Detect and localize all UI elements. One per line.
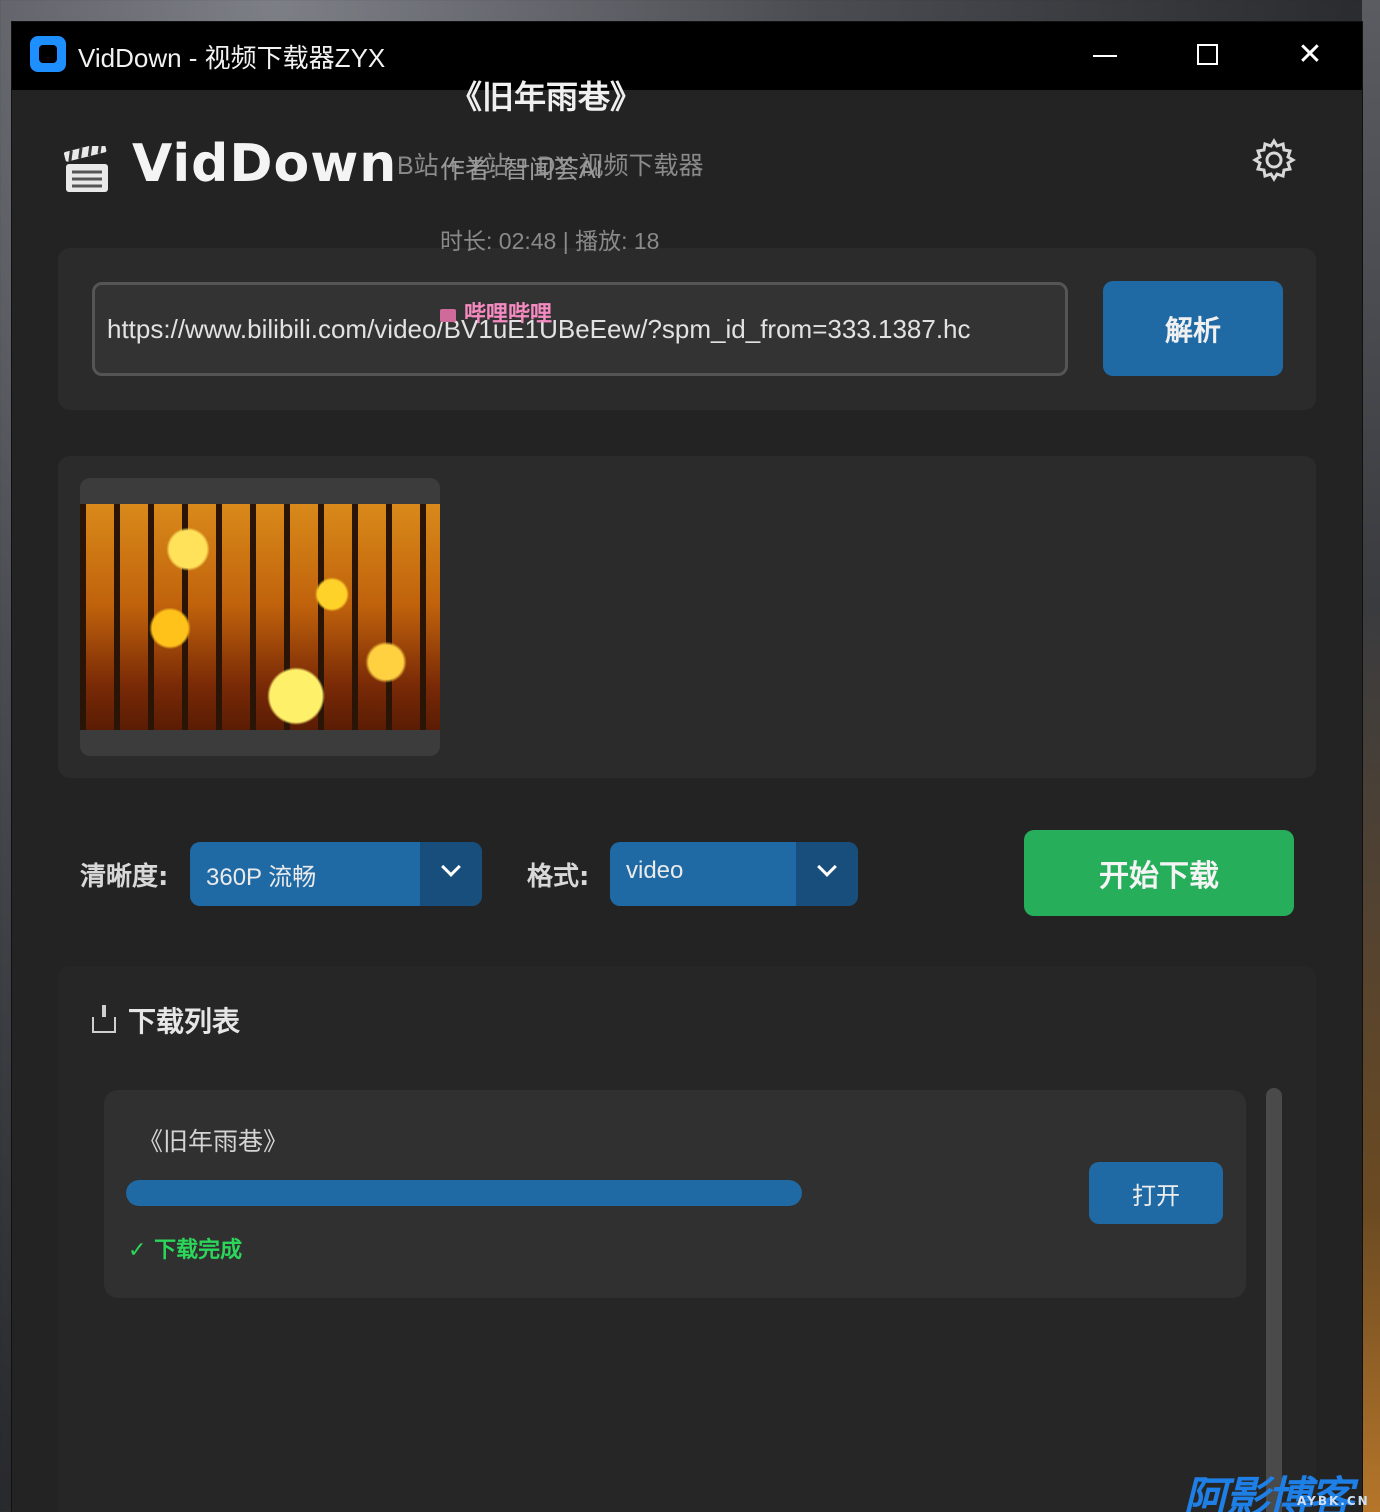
video-source: 哔哩哔哩 bbox=[440, 296, 552, 328]
chevron-down-icon bbox=[441, 857, 461, 877]
close-button[interactable]: ✕ bbox=[1280, 32, 1340, 78]
url-input[interactable] bbox=[92, 282, 1068, 376]
download-item: 《旧年雨巷》 ✓ 下载完成 打开 bbox=[104, 1090, 1246, 1298]
format-value: video bbox=[626, 857, 684, 884]
video-thumbnail bbox=[80, 504, 440, 730]
video-info-panel bbox=[58, 456, 1316, 778]
chevron-down-icon bbox=[817, 857, 837, 877]
minimize-icon bbox=[1093, 55, 1117, 57]
maximize-icon bbox=[1197, 44, 1218, 65]
url-panel: 解析 bbox=[58, 248, 1316, 410]
download-status: ✓ 下载完成 bbox=[128, 1238, 243, 1263]
inbox-download-icon bbox=[92, 1005, 116, 1033]
download-progress-fill bbox=[126, 1180, 802, 1206]
start-download-button[interactable]: 开始下载 bbox=[1024, 830, 1294, 916]
thumbnail-frame bbox=[80, 478, 440, 756]
parse-button[interactable]: 解析 bbox=[1103, 281, 1283, 376]
maximize-button[interactable] bbox=[1177, 32, 1237, 78]
format-label: 格式: bbox=[527, 862, 590, 892]
download-list-panel: 下载列表 《旧年雨巷》 ✓ 下载完成 打开 bbox=[58, 966, 1316, 1512]
close-icon: ✕ bbox=[1297, 37, 1323, 72]
video-source-label: 哔哩哔哩 bbox=[464, 302, 553, 327]
quality-select[interactable]: 360P 流畅 bbox=[190, 842, 482, 906]
title-bar[interactable]: VidDown - 视频下载器ZYX ✕ bbox=[12, 22, 1362, 90]
minimize-button[interactable] bbox=[1075, 32, 1135, 78]
video-title: 《旧年雨巷》 bbox=[450, 78, 643, 116]
quality-dropdown-button[interactable] bbox=[420, 842, 482, 906]
format-select[interactable]: video bbox=[610, 842, 858, 906]
gear-icon[interactable] bbox=[1252, 138, 1296, 182]
app-window: VidDown - 视频下载器ZYX ✕ VidDown B站 + Y站 + D… bbox=[12, 22, 1362, 1512]
brand-title: VidDown bbox=[132, 134, 398, 194]
video-author: 作者: 智闻荟AI bbox=[440, 156, 603, 184]
clapperboard-icon bbox=[64, 146, 108, 192]
download-list-heading: 下载列表 bbox=[92, 1000, 240, 1040]
desktop-background bbox=[1362, 0, 1380, 1512]
window-title: VidDown - 视频下载器ZYX bbox=[78, 43, 386, 73]
watermark-domain: AYBK.CN bbox=[1297, 1494, 1370, 1508]
video-meta: 时长: 02:48 | 播放: 18 bbox=[440, 228, 660, 254]
open-file-button[interactable]: 打开 bbox=[1089, 1162, 1223, 1224]
list-scrollbar[interactable] bbox=[1266, 1088, 1282, 1512]
quality-value: 360P 流畅 bbox=[206, 864, 317, 891]
tv-icon bbox=[440, 309, 456, 322]
quality-label: 清晰度: bbox=[80, 862, 169, 892]
app-icon bbox=[30, 36, 66, 72]
download-progress-bar bbox=[126, 1180, 802, 1206]
download-list-title: 下载列表 bbox=[128, 1005, 241, 1038]
format-dropdown-button[interactable] bbox=[796, 842, 858, 906]
download-item-title: 《旧年雨巷》 bbox=[138, 1127, 289, 1156]
